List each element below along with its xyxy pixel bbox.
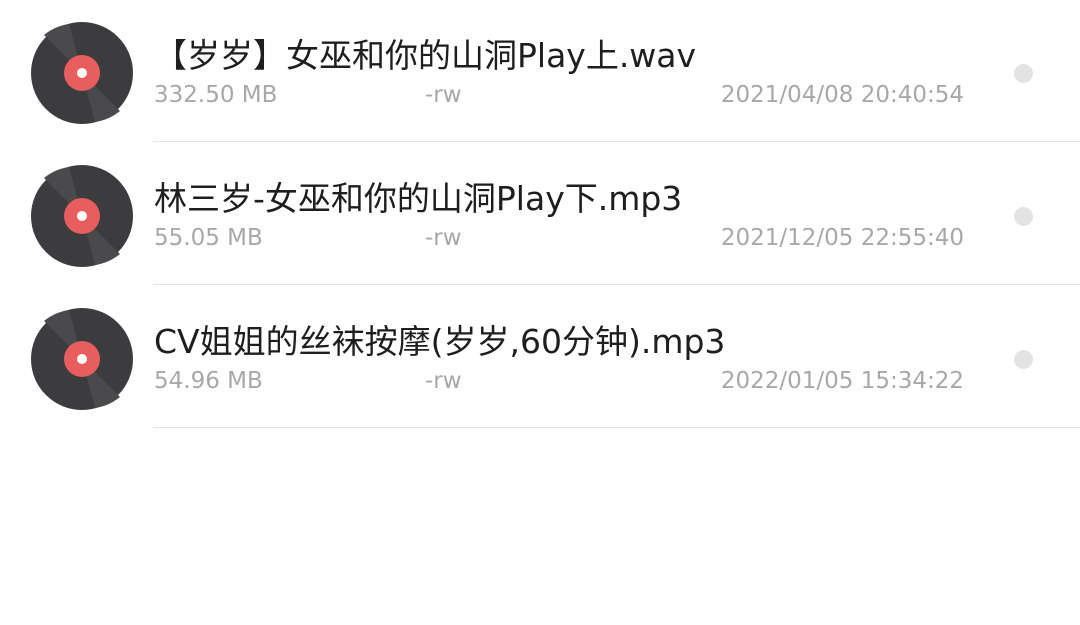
select-checkbox[interactable] <box>1014 350 1033 369</box>
file-name: 林三岁-女巫和你的山洞Play下.mp3 <box>154 179 683 218</box>
file-size: 54.96 MB <box>154 368 263 394</box>
file-row[interactable]: 【岁岁】女巫和你的山洞Play上.wav 332.50 MB -rw 2021/… <box>0 0 1080 142</box>
vinyl-disc-icon <box>31 22 133 124</box>
divider <box>153 427 1080 428</box>
file-size: 55.05 MB <box>154 225 263 251</box>
file-modified-date: 2022/01/05 15:34:22 <box>720 368 964 394</box>
select-checkbox[interactable] <box>1014 207 1033 226</box>
divider <box>153 141 1080 142</box>
file-size: 332.50 MB <box>154 82 278 108</box>
select-checkbox[interactable] <box>1014 64 1033 83</box>
file-permissions: -rw <box>425 225 462 251</box>
vinyl-disc-icon <box>31 165 133 267</box>
file-modified-date: 2021/04/08 20:40:54 <box>720 82 964 108</box>
file-modified-date: 2021/12/05 22:55:40 <box>720 225 964 251</box>
vinyl-disc-icon <box>31 308 133 410</box>
file-permissions: -rw <box>425 368 462 394</box>
divider <box>153 284 1080 285</box>
file-row[interactable]: 林三岁-女巫和你的山洞Play下.mp3 55.05 MB -rw 2021/1… <box>0 143 1080 285</box>
file-row[interactable]: CV姐姐的丝袜按摩(岁岁,60分钟).mp3 54.96 MB -rw 2022… <box>0 286 1080 428</box>
file-name: CV姐姐的丝袜按摩(岁岁,60分钟).mp3 <box>154 322 726 361</box>
file-permissions: -rw <box>425 82 462 108</box>
file-name: 【岁岁】女巫和你的山洞Play上.wav <box>154 36 697 75</box>
